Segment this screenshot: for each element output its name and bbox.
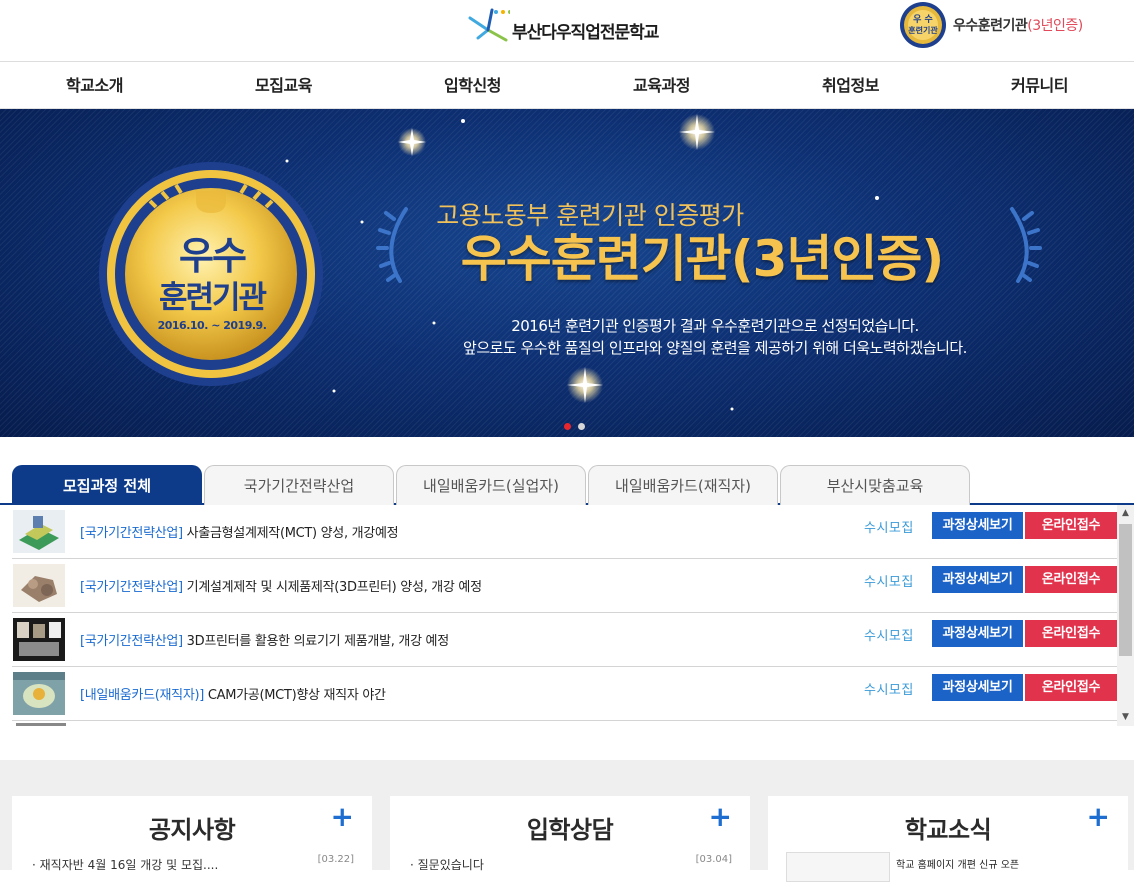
online-apply-button[interactable]: 온라인접수 [1025, 566, 1117, 593]
nav-item-recruit-courses[interactable]: 모집교육 [189, 62, 378, 108]
consult-title: 입학상담 [526, 816, 614, 844]
course-name: 사출금형설계제작(MCT) 양성, 개강예정 [182, 526, 399, 541]
online-apply-button[interactable]: 온라인접수 [1025, 512, 1117, 539]
news-item[interactable]: 학교 홈페이지 개편 신규 오픈 [896, 856, 1019, 871]
course-tabs: 모집과정 전체 국가기간전략산업 내일배움카드(실업자) 내일배움카드(재직자)… [0, 465, 1134, 505]
tab-card-unemployed[interactable]: 내일배움카드(실업자) [396, 465, 586, 505]
certification-accent: (3년인증) [1027, 18, 1083, 34]
machine-design-thumbnail [13, 564, 65, 607]
next-course-thumbnail-edge [16, 723, 66, 726]
cert-emblem-line1: 우 수 [913, 14, 933, 25]
notice-more-plus-icon[interactable]: + [331, 802, 354, 832]
tab-all-courses[interactable]: 모집과정 전체 [12, 465, 202, 505]
course-title[interactable]: [국가기간전략산업] 기계설계제작 및 시제품제작(3D프린터) 양성, 개강 … [80, 576, 482, 595]
scroll-up-arrow-icon[interactable]: ▲ [1117, 505, 1134, 522]
scrollbar-thumb[interactable] [1119, 524, 1132, 656]
logo-mark-icon [468, 8, 510, 42]
certification-text: 우수훈련기관(3년인증) [953, 15, 1083, 35]
banner-dot-1[interactable] [564, 423, 571, 430]
seal-period: 2016.10. ~ 2019.9. [157, 319, 267, 332]
notice-title: 공지사항 [148, 816, 236, 844]
course-detail-button[interactable]: 과정상세보기 [932, 512, 1023, 539]
main-navigation: 학교소개 모집교육 입학신청 교육과정 취업정보 커뮤니티 [0, 62, 1134, 109]
news-panel: 학교소식 + 학교 홈페이지 개편 신규 오픈 [768, 796, 1128, 886]
certification-label: 우수훈련기관 [953, 18, 1028, 34]
notice-panel: 공지사항 + · 재직자반 4월 16일 개강 및 모집.... [03.22] [12, 796, 372, 886]
site-logo[interactable]: 부산다우직업전문학교 [466, 4, 659, 44]
consult-item[interactable]: · 질문있습니다 [410, 856, 484, 873]
course-title[interactable]: [국가기간전략산업] 사출금형설계제작(MCT) 양성, 개강예정 [80, 522, 399, 541]
online-apply-button[interactable]: 온라인접수 [1025, 674, 1117, 701]
course-category: [국가기간전략산업] [80, 526, 183, 541]
cert-emblem-line2: 훈련기관 [908, 25, 938, 35]
consult-date: [03.04] [695, 854, 732, 865]
logo-text: 부산다우직업전문학교 [512, 22, 659, 43]
course-row: [국가기간전략산업] 사출금형설계제작(MCT) 양성, 개강예정 수시모집 과… [12, 505, 1117, 559]
certification-badge[interactable]: 우 수 훈련기관 우수훈련기관(3년인증) [897, 1, 1083, 49]
nav-item-curriculum[interactable]: 교육과정 [567, 62, 756, 108]
bottom-section: 공지사항 + · 재직자반 4월 16일 개강 및 모집.... [03.22]… [0, 760, 1134, 886]
course-row: [내일배움카드(재직자)] CAM가공(MCT)향상 재직자 야간 수시모집 과… [12, 667, 1117, 721]
course-row: [국가기간전략산업] 3D프린터를 활용한 의료기기 제품개발, 개강 예정 수… [12, 613, 1117, 667]
scroll-down-arrow-icon[interactable]: ▼ [1117, 709, 1134, 726]
course-detail-button[interactable]: 과정상세보기 [932, 674, 1023, 701]
course-list-scrollbar[interactable]: ▲ ▼ [1117, 505, 1134, 726]
course-category: [국가기간전략산업] [80, 634, 183, 649]
tab-card-employed[interactable]: 내일배움카드(재직자) [588, 465, 778, 505]
banner-pagination [564, 423, 585, 430]
course-list[interactable]: [국가기간전략산업] 사출금형설계제작(MCT) 양성, 개강예정 수시모집 과… [0, 505, 1134, 726]
laurel-right-icon [1010, 207, 1042, 283]
course-category: [내일배움카드(재직자)] [80, 688, 205, 703]
seal-title-line2: 훈련기관 [158, 280, 267, 316]
course-name: 3D프린터를 활용한 의료기기 제품개발, 개강 예정 [182, 634, 450, 649]
course-title[interactable]: [국가기간전략산업] 3D프린터를 활용한 의료기기 제품개발, 개강 예정 [80, 630, 449, 649]
medical-device-thumbnail [13, 618, 65, 661]
site-header: 부산다우직업전문학교 우 수 훈련기관 우수훈련기관(3년인증) [0, 0, 1134, 62]
nav-item-employment[interactable]: 취업정보 [756, 62, 945, 108]
nav-item-admission[interactable]: 입학신청 [378, 62, 567, 108]
online-apply-button[interactable]: 온라인접수 [1025, 620, 1117, 647]
main-banner[interactable]: 우수 훈련기관 2016.10. ~ 2019.9. 고용노동부 훈련기관 인증… [0, 109, 1134, 437]
news-more-plus-icon[interactable]: + [1087, 802, 1110, 832]
nav-item-community[interactable]: 커뮤니티 [945, 62, 1134, 108]
banner-title: 우수훈련기관(3년인증) [460, 230, 945, 288]
course-detail-button[interactable]: 과정상세보기 [932, 566, 1023, 593]
consult-more-plus-icon[interactable]: + [709, 802, 732, 832]
recruit-status: 수시모집 [864, 629, 914, 644]
recruit-status: 수시모집 [864, 575, 914, 590]
news-title: 학교소식 [904, 816, 992, 844]
banner-dot-2[interactable] [578, 423, 585, 430]
banner-description-line2: 앞으로도 우수한 품질의 인프라와 양질의 훈련을 제공하기 위해 더욱노력하겠… [463, 339, 967, 357]
banner-description-line1: 2016년 훈련기관 인증평가 결과 우수훈련기관으로 선정되었습니다. [511, 317, 919, 335]
course-name: 기계설계제작 및 시제품제작(3D프린터) 양성, 개강 예정 [182, 580, 482, 595]
course-detail-button[interactable]: 과정상세보기 [932, 620, 1023, 647]
consult-panel: 입학상담 + · 질문있습니다 [03.04] [390, 796, 750, 886]
mold-design-thumbnail [13, 510, 65, 553]
cam-machining-thumbnail [13, 672, 65, 715]
banner-description: 2016년 훈련기관 인증평가 결과 우수훈련기관으로 선정되었습니다. 앞으로… [420, 315, 1010, 359]
notice-item[interactable]: · 재직자반 4월 16일 개강 및 모집.... [32, 856, 218, 873]
notice-date: [03.22] [317, 854, 354, 865]
recruit-status: 수시모집 [864, 521, 914, 536]
certification-emblem-icon: 우 수 훈련기관 [900, 2, 946, 48]
course-title[interactable]: [내일배움카드(재직자)] CAM가공(MCT)향상 재직자 야간 [80, 684, 386, 703]
nav-item-school-intro[interactable]: 학교소개 [0, 62, 189, 108]
course-row: [국가기간전략산업] 기계설계제작 및 시제품제작(3D프린터) 양성, 개강 … [12, 559, 1117, 613]
course-name: CAM가공(MCT)향상 재직자 야간 [204, 688, 386, 703]
tab-national-strategic[interactable]: 국가기간전략산업 [204, 465, 394, 505]
recruit-status: 수시모집 [864, 683, 914, 698]
course-category: [국가기간전략산업] [80, 580, 183, 595]
news-thumbnail[interactable] [786, 852, 890, 882]
tab-busan-custom[interactable]: 부산시맞춤교육 [780, 465, 970, 505]
